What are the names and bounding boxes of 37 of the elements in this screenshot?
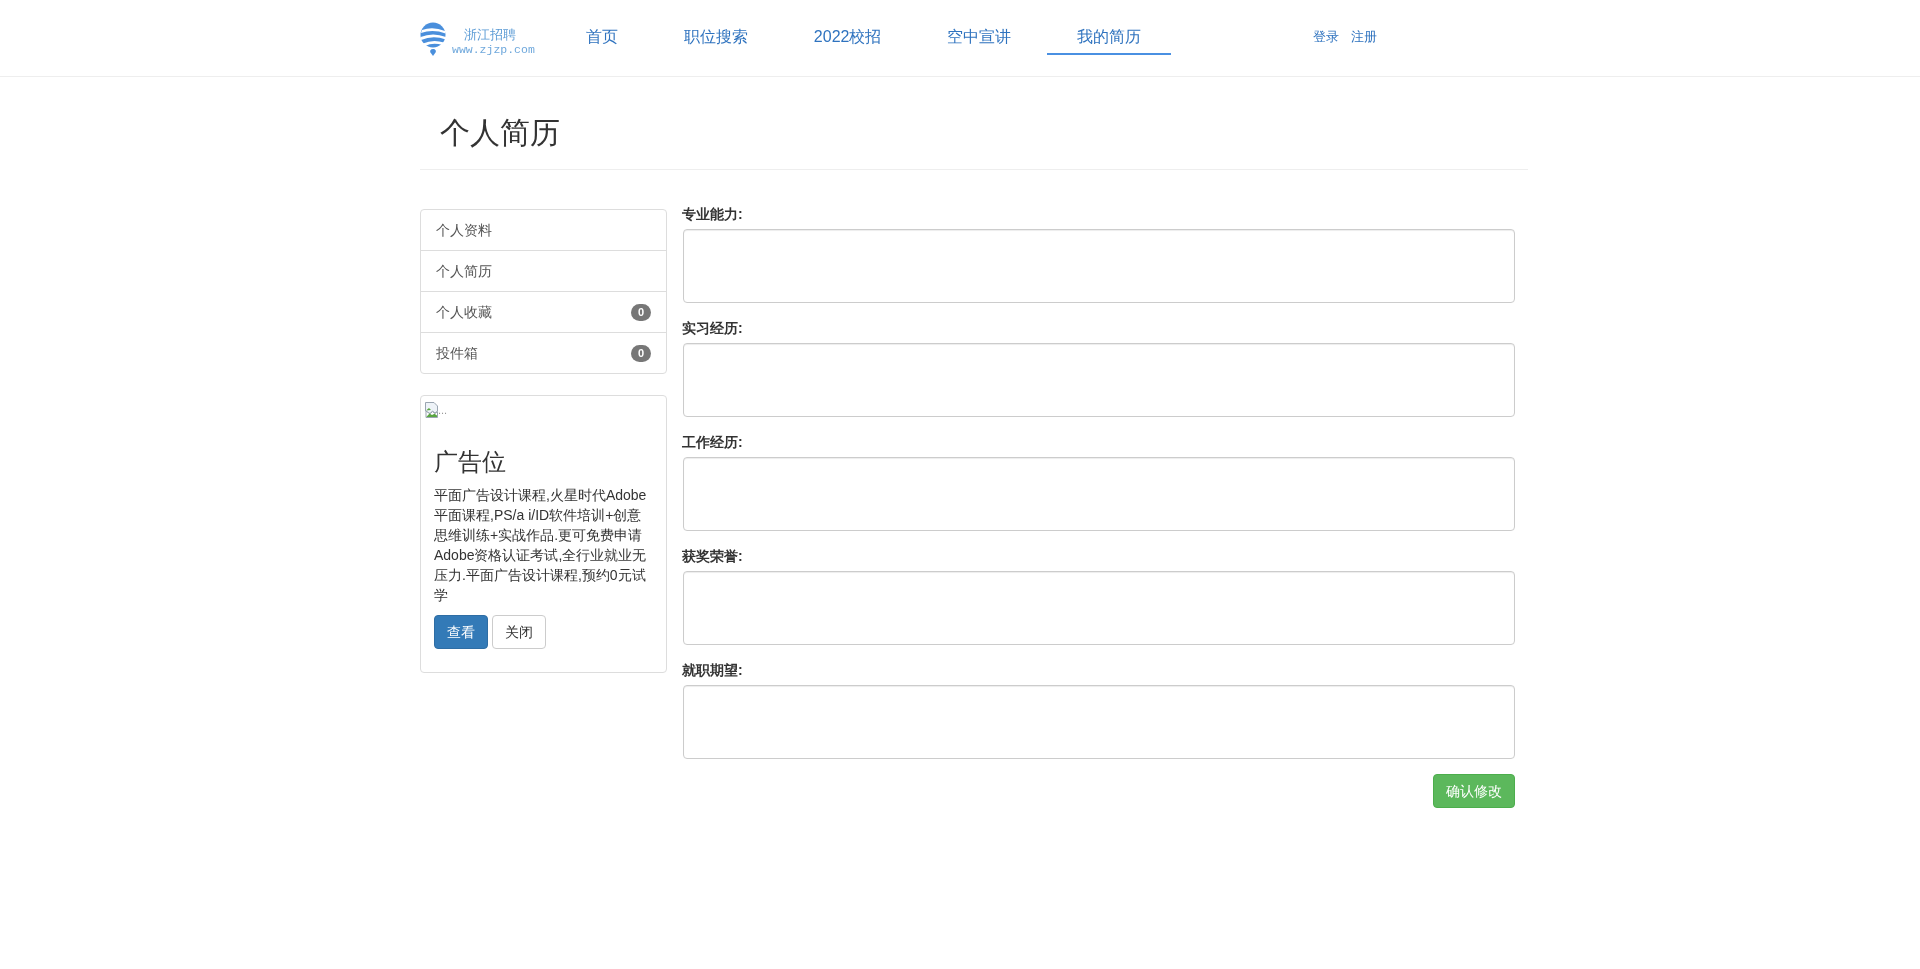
field-label: 实习经历: bbox=[682, 319, 743, 338]
nav-tab[interactable]: 我的简历 bbox=[1047, 0, 1172, 55]
field-label: 专业能力: bbox=[682, 205, 743, 224]
nav-tab[interactable]: 职位搜索 bbox=[653, 0, 778, 55]
broken-image-icon bbox=[425, 402, 438, 418]
nav-tab[interactable]: 空中宣讲 bbox=[917, 0, 1042, 55]
logo-url-text: www.zjzp.com bbox=[452, 43, 535, 57]
field-label: 获奖荣誉: bbox=[682, 547, 743, 566]
field-label: 就职期望: bbox=[682, 661, 743, 680]
ad-description: 平面广告设计课程,火星时代Adobe平面课程,PS/a i/ID软件培训+创意思维训练+实战作品.更可免费申请Adobe资格认证考试,全行业就业无压力.平面广告设计课程,预约0元试学 bbox=[434, 486, 648, 605]
account-link[interactable]: 注册 bbox=[1351, 28, 1378, 46]
nav-tab[interactable]: 首页 bbox=[555, 0, 648, 55]
page-title: 个人简历 bbox=[440, 116, 560, 149]
text-area-field[interactable] bbox=[683, 343, 1515, 417]
account-link[interactable]: 登录 bbox=[1313, 28, 1340, 46]
striped-globe-icon bbox=[418, 22, 449, 56]
sidebar-item-label: 个人资料 bbox=[436, 221, 492, 240]
field-label: 工作经历: bbox=[682, 433, 743, 452]
text-area-field[interactable] bbox=[683, 457, 1515, 531]
image-alt-text: ... bbox=[438, 404, 448, 416]
sidebar-item[interactable]: 个人收藏 0 bbox=[421, 291, 666, 332]
count-badge: 0 bbox=[631, 344, 651, 362]
sidebar-item[interactable]: 投件箱 0 bbox=[421, 332, 666, 373]
sidebar-item-label: 投件箱 bbox=[436, 344, 478, 363]
sidebar-item[interactable]: 个人简历 bbox=[421, 250, 666, 291]
text-area-field[interactable] bbox=[683, 571, 1515, 645]
sidebar-item-label: 个人简历 bbox=[436, 262, 492, 281]
view-button[interactable]: 查看 bbox=[434, 615, 488, 649]
text-area-field[interactable] bbox=[683, 229, 1515, 303]
ad-title: 广告位 bbox=[434, 449, 506, 475]
text-area-field[interactable] bbox=[683, 685, 1515, 759]
logo-text[interactable]: 浙江招聘 bbox=[464, 27, 535, 43]
count-badge: 0 bbox=[631, 303, 651, 321]
nav-tab[interactable]: 2022校招 bbox=[783, 0, 912, 55]
sidebar-item-label: 个人收藏 bbox=[436, 303, 492, 322]
sidebar-item[interactable]: 个人资料 bbox=[421, 210, 666, 250]
close-button[interactable]: 关闭 bbox=[492, 615, 546, 649]
